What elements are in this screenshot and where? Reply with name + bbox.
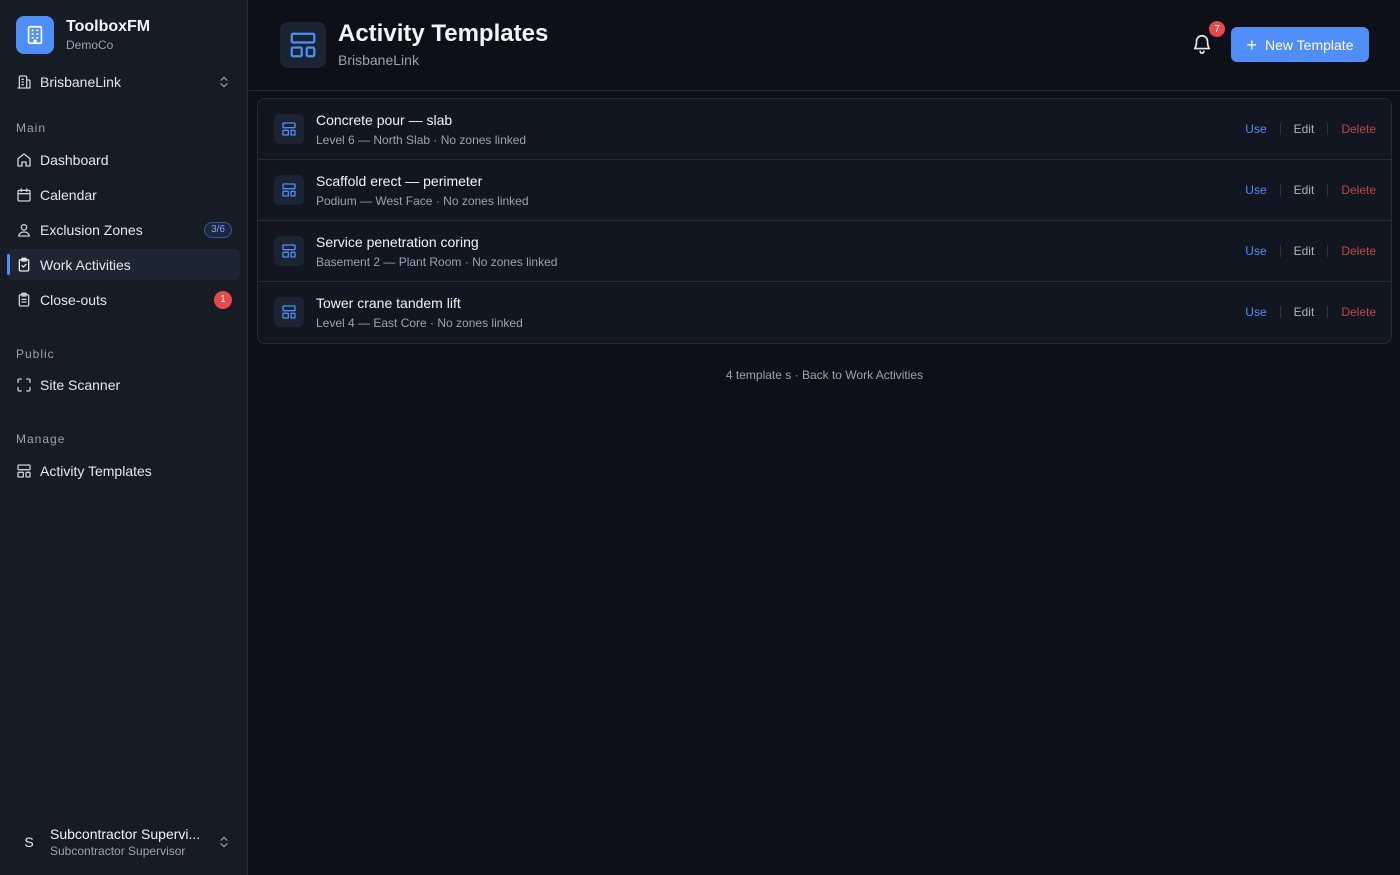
use-button[interactable]: Use xyxy=(1232,122,1279,136)
template-icon xyxy=(274,236,304,266)
use-button[interactable]: Use xyxy=(1232,305,1279,319)
user-name: Subcontractor Supervi... xyxy=(50,826,201,842)
user-role: Subcontractor Supervisor xyxy=(50,844,186,858)
edit-button[interactable]: Edit xyxy=(1281,305,1328,319)
sidebar-item-label: Close-outs xyxy=(40,291,107,308)
list-item[interactable]: Scaffold erect — perimeter Podium — West… xyxy=(258,160,1391,221)
use-button[interactable]: Use xyxy=(1232,244,1279,258)
page-subtitle: BrisbaneLink xyxy=(338,52,419,68)
bell-icon[interactable] xyxy=(1191,33,1213,55)
template-subtitle: Level 4 — East Core · No zones linked xyxy=(316,316,523,330)
close-outs-badge: 1 xyxy=(214,290,232,309)
new-template-label: New Template xyxy=(1265,36,1354,53)
notification-badge: 7 xyxy=(1209,21,1225,37)
template-title: Tower crane tandem lift xyxy=(316,295,461,311)
home-icon xyxy=(16,152,32,168)
list-item[interactable]: Tower crane tandem lift Level 4 — East C… xyxy=(258,282,1391,343)
app-name: ToolboxFM xyxy=(66,18,151,35)
template-icon xyxy=(274,297,304,327)
sidebar: ToolboxFM DemoCo BrisbaneLink Main Dashb… xyxy=(0,0,248,875)
clipboard-check-icon xyxy=(16,257,32,273)
chevron-up-down-icon xyxy=(216,834,232,850)
template-icon xyxy=(280,22,326,68)
template-icon xyxy=(274,114,304,144)
section-label-main: Main xyxy=(16,121,47,135)
sidebar-item-label: Work Activities xyxy=(40,256,131,273)
list-item[interactable]: Service penetration coring Basement 2 — … xyxy=(258,221,1391,282)
sidebar-item-label: Dashboard xyxy=(40,151,109,168)
office-building-icon xyxy=(16,74,32,90)
delete-button[interactable]: Delete xyxy=(1328,122,1376,136)
template-title: Service penetration coring xyxy=(316,234,479,250)
page-header: Activity Templates BrisbaneLink 7 + New … xyxy=(249,0,1400,91)
sidebar-item-close-outs[interactable]: Close-outs 1 xyxy=(8,284,240,315)
zone-count-badge: 3/6 xyxy=(204,221,232,238)
sidebar-item-label: Exclusion Zones xyxy=(40,221,143,238)
delete-button[interactable]: Delete xyxy=(1328,305,1376,319)
org-switcher[interactable]: BrisbaneLink xyxy=(8,66,240,98)
sidebar-item-exclusion-zones[interactable]: Exclusion Zones 3/6 xyxy=(8,214,240,245)
edit-button[interactable]: Edit xyxy=(1281,122,1328,136)
edit-button[interactable]: Edit xyxy=(1281,244,1328,258)
sidebar-item-label: Activity Templates xyxy=(40,462,152,479)
template-title: Scaffold erect — perimeter xyxy=(316,173,483,189)
sidebar-item-label: Site Scanner xyxy=(40,376,121,393)
section-label-manage: Manage xyxy=(16,432,66,446)
delete-button[interactable]: Delete xyxy=(1328,244,1376,258)
edit-button[interactable]: Edit xyxy=(1281,183,1328,197)
footer-separator: · xyxy=(794,368,799,382)
sidebar-item-site-scanner[interactable]: Site Scanner xyxy=(8,369,240,400)
org-name: DemoCo xyxy=(66,38,114,52)
template-icon xyxy=(16,463,32,479)
list-footer: 4 template s · Back to Work Activities xyxy=(257,368,1392,382)
template-subtitle: Podium — West Face · No zones linked xyxy=(316,194,529,208)
scan-icon xyxy=(16,377,32,393)
template-subtitle: Basement 2 — Plant Room · No zones linke… xyxy=(316,255,558,269)
sidebar-item-label: Calendar xyxy=(40,186,97,203)
chevron-up-down-icon xyxy=(216,74,232,90)
building-icon xyxy=(16,16,54,54)
back-to-work-activities-link[interactable]: Back to Work Activities xyxy=(802,368,923,382)
delete-button[interactable]: Delete xyxy=(1328,183,1376,197)
use-button[interactable]: Use xyxy=(1232,183,1279,197)
avatar: S xyxy=(24,834,34,850)
template-count: 4 template s xyxy=(725,368,792,382)
template-subtitle: Level 6 — North Slab · No zones linked xyxy=(316,133,527,147)
page-title: Activity Templates xyxy=(338,20,549,47)
brand[interactable]: ToolboxFM DemoCo xyxy=(16,16,150,54)
sidebar-item-calendar[interactable]: Calendar xyxy=(8,179,240,210)
template-list: Concrete pour — slab Level 6 — North Sla… xyxy=(257,98,1392,344)
plus-icon: + xyxy=(1246,34,1258,55)
new-template-button[interactable]: + New Template xyxy=(1231,27,1369,62)
sidebar-item-work-activities[interactable]: Work Activities xyxy=(7,249,240,280)
user-menu[interactable]: S Subcontractor Supervi... Subcontractor… xyxy=(8,818,240,866)
org-switcher-label: BrisbaneLink xyxy=(40,74,121,90)
list-item[interactable]: Concrete pour — slab Level 6 — North Sla… xyxy=(258,99,1391,160)
calendar-icon xyxy=(16,187,32,203)
person-pin-icon xyxy=(16,222,32,238)
sidebar-item-dashboard[interactable]: Dashboard xyxy=(8,144,240,175)
template-icon xyxy=(274,175,304,205)
section-label-public: Public xyxy=(16,347,55,361)
sidebar-item-activity-templates[interactable]: Activity Templates xyxy=(8,455,240,486)
clipboard-list-icon xyxy=(16,292,32,308)
template-title: Concrete pour — slab xyxy=(316,112,453,128)
